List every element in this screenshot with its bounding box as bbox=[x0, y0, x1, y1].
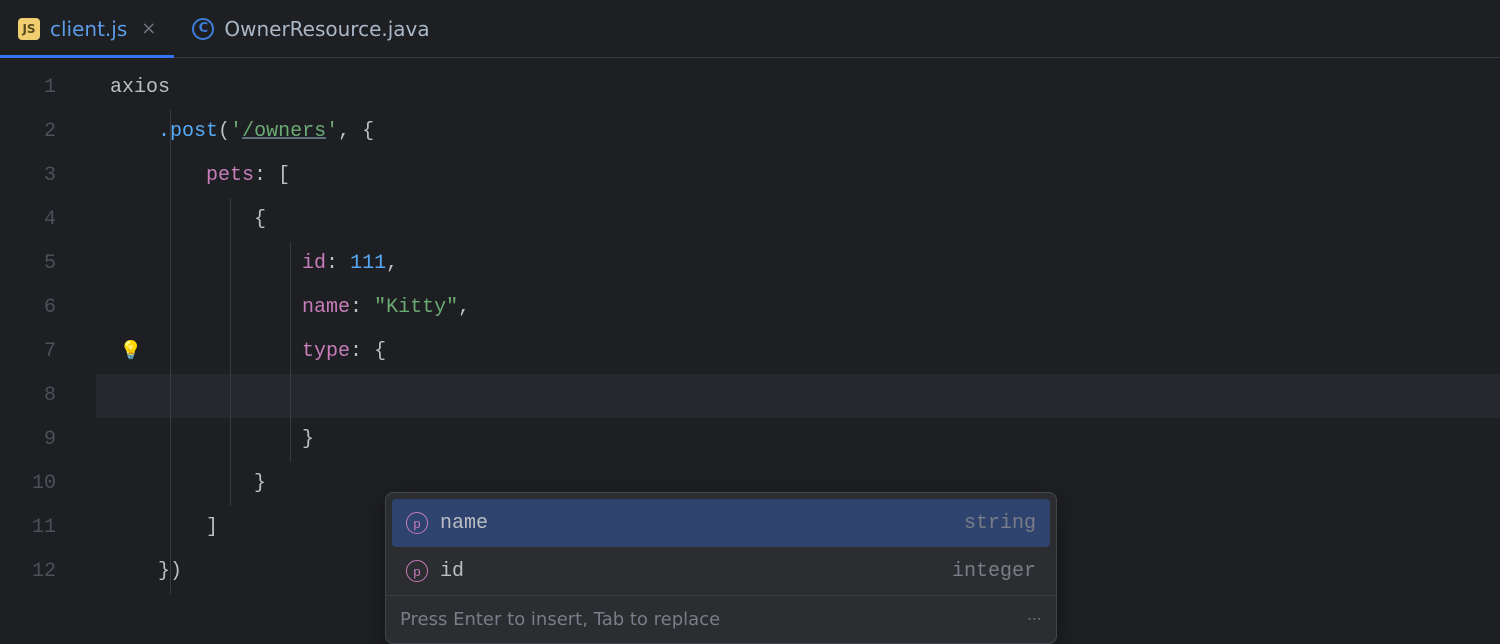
kebab-menu-icon[interactable]: ⋮ bbox=[1026, 612, 1042, 628]
line-number: 1 bbox=[0, 66, 96, 110]
autocomplete-item-name[interactable]: p name string bbox=[392, 499, 1050, 547]
js-file-icon: JS bbox=[18, 18, 40, 40]
line-number: 7💡 bbox=[0, 330, 96, 374]
line-number: 9 bbox=[0, 418, 96, 462]
tab-label: OwnerResource.java bbox=[224, 17, 429, 41]
property-icon: p bbox=[406, 560, 428, 582]
autocomplete-hint: Press Enter to insert, Tab to replace ⋮ bbox=[386, 595, 1056, 643]
gutter: 1 2 3 4 5 6 7💡 8 9 10 11 12 bbox=[0, 58, 96, 594]
code-line: axios bbox=[96, 66, 1500, 110]
code-editor[interactable]: 1 2 3 4 5 6 7💡 8 9 10 11 12 axios .post(… bbox=[0, 58, 1500, 594]
code-line: .post('/owners', { bbox=[96, 110, 1500, 154]
autocomplete-item-id[interactable]: p id integer bbox=[392, 547, 1050, 595]
code-line: { bbox=[96, 198, 1500, 242]
line-number: 4 bbox=[0, 198, 96, 242]
line-number: 6 bbox=[0, 286, 96, 330]
autocomplete-popup: p name string p id integer Press Enter t… bbox=[385, 492, 1057, 644]
close-icon[interactable]: × bbox=[141, 18, 156, 39]
code-line: } bbox=[96, 418, 1500, 462]
property-icon: p bbox=[406, 512, 428, 534]
code-line: id: 111, bbox=[96, 242, 1500, 286]
line-number: 3 bbox=[0, 154, 96, 198]
java-class-icon: C bbox=[192, 18, 214, 40]
line-number: 8 bbox=[0, 374, 96, 418]
line-number: 5 bbox=[0, 242, 96, 286]
tab-client-js[interactable]: JS client.js × bbox=[0, 0, 174, 57]
tab-label: client.js bbox=[50, 17, 127, 41]
autocomplete-label: id bbox=[440, 560, 464, 583]
autocomplete-type: integer bbox=[952, 560, 1036, 583]
code-line-current bbox=[96, 374, 1500, 418]
line-number: 2 bbox=[0, 110, 96, 154]
code-line: pets: [ bbox=[96, 154, 1500, 198]
code-line: type: { bbox=[96, 330, 1500, 374]
code-line: name: "Kitty", bbox=[96, 286, 1500, 330]
autocomplete-type: string bbox=[964, 512, 1036, 535]
line-number: 11 bbox=[0, 506, 96, 550]
line-number: 10 bbox=[0, 462, 96, 506]
tab-owner-resource[interactable]: C OwnerResource.java bbox=[174, 0, 447, 57]
autocomplete-label: name bbox=[440, 512, 488, 535]
line-number: 12 bbox=[0, 550, 96, 594]
editor-tabs: JS client.js × C OwnerResource.java bbox=[0, 0, 1500, 58]
